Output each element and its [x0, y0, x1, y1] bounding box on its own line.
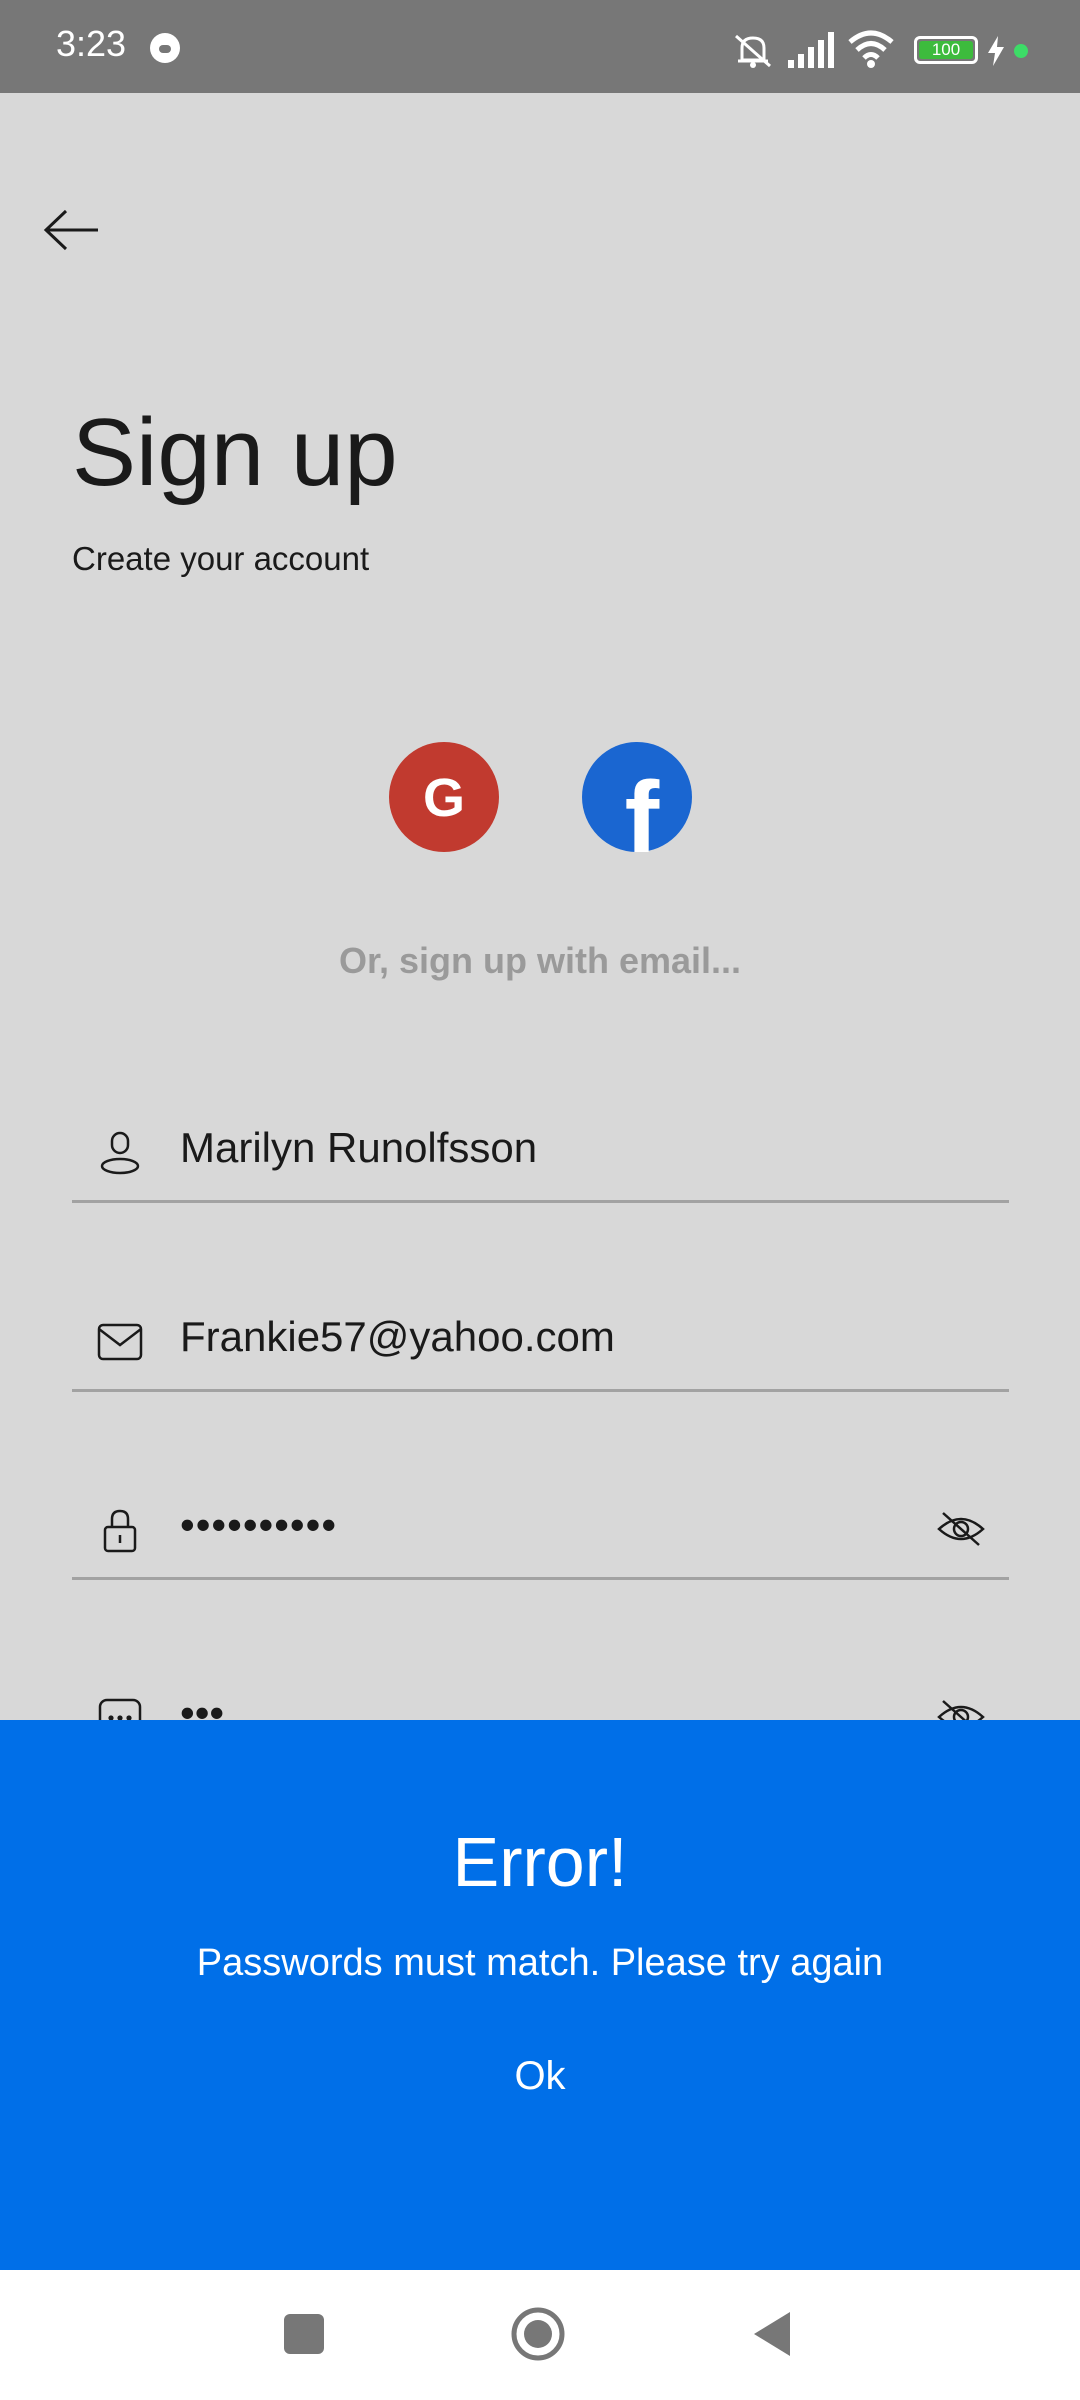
arrow-left-icon[interactable]: [42, 205, 102, 255]
error-message: Passwords must match. Please try again: [196, 1942, 884, 1984]
page-title: Sign up: [72, 399, 398, 506]
svg-text:f: f: [625, 761, 660, 852]
battery-level: 100: [919, 41, 973, 59]
password-field[interactable]: ••••••••••: [72, 1477, 1009, 1580]
wifi-icon: [848, 30, 894, 68]
home-icon[interactable]: [506, 2302, 570, 2366]
app-notification-icon: [150, 33, 180, 63]
recent-apps-icon[interactable]: [272, 2302, 336, 2366]
facebook-signup-button[interactable]: f: [582, 742, 692, 852]
svg-text:G: G: [423, 768, 465, 828]
privacy-indicator: [1014, 44, 1028, 58]
eye-off-icon[interactable]: [937, 1509, 985, 1549]
mail-icon: [97, 1323, 143, 1361]
name-value: Marilyn Runolfsson: [180, 1124, 538, 1171]
error-dialog: Error! Passwords must match. Please try …: [0, 1720, 1080, 2270]
email-field[interactable]: Frankie57@yahoo.com: [72, 1289, 1009, 1392]
password-value: ••••••••••: [180, 1501, 338, 1548]
mute-icon: [735, 34, 771, 68]
user-icon: [100, 1131, 140, 1175]
email-divider-text: Or, sign up with email...: [338, 940, 742, 981]
signal-icon: [788, 32, 834, 68]
error-title: Error!: [452, 1823, 628, 1901]
status-bar: 3:23 100: [0, 0, 1080, 93]
status-time: 3:23: [56, 23, 127, 64]
facebook-icon: f: [625, 761, 660, 852]
system-nav-bar: [0, 2270, 1080, 2400]
page-subtitle: Create your account: [72, 540, 370, 577]
ok-button[interactable]: Ok: [470, 2054, 610, 2099]
battery-icon: 100: [914, 36, 978, 64]
google-icon: G: [423, 768, 465, 828]
lock-icon: [103, 1509, 137, 1553]
email-value: Frankie57@yahoo.com: [180, 1313, 615, 1360]
back-triangle-icon[interactable]: [742, 2302, 806, 2366]
google-signup-button[interactable]: G: [389, 742, 499, 852]
name-field[interactable]: Marilyn Runolfsson: [72, 1100, 1009, 1203]
charging-icon: [988, 36, 1004, 66]
